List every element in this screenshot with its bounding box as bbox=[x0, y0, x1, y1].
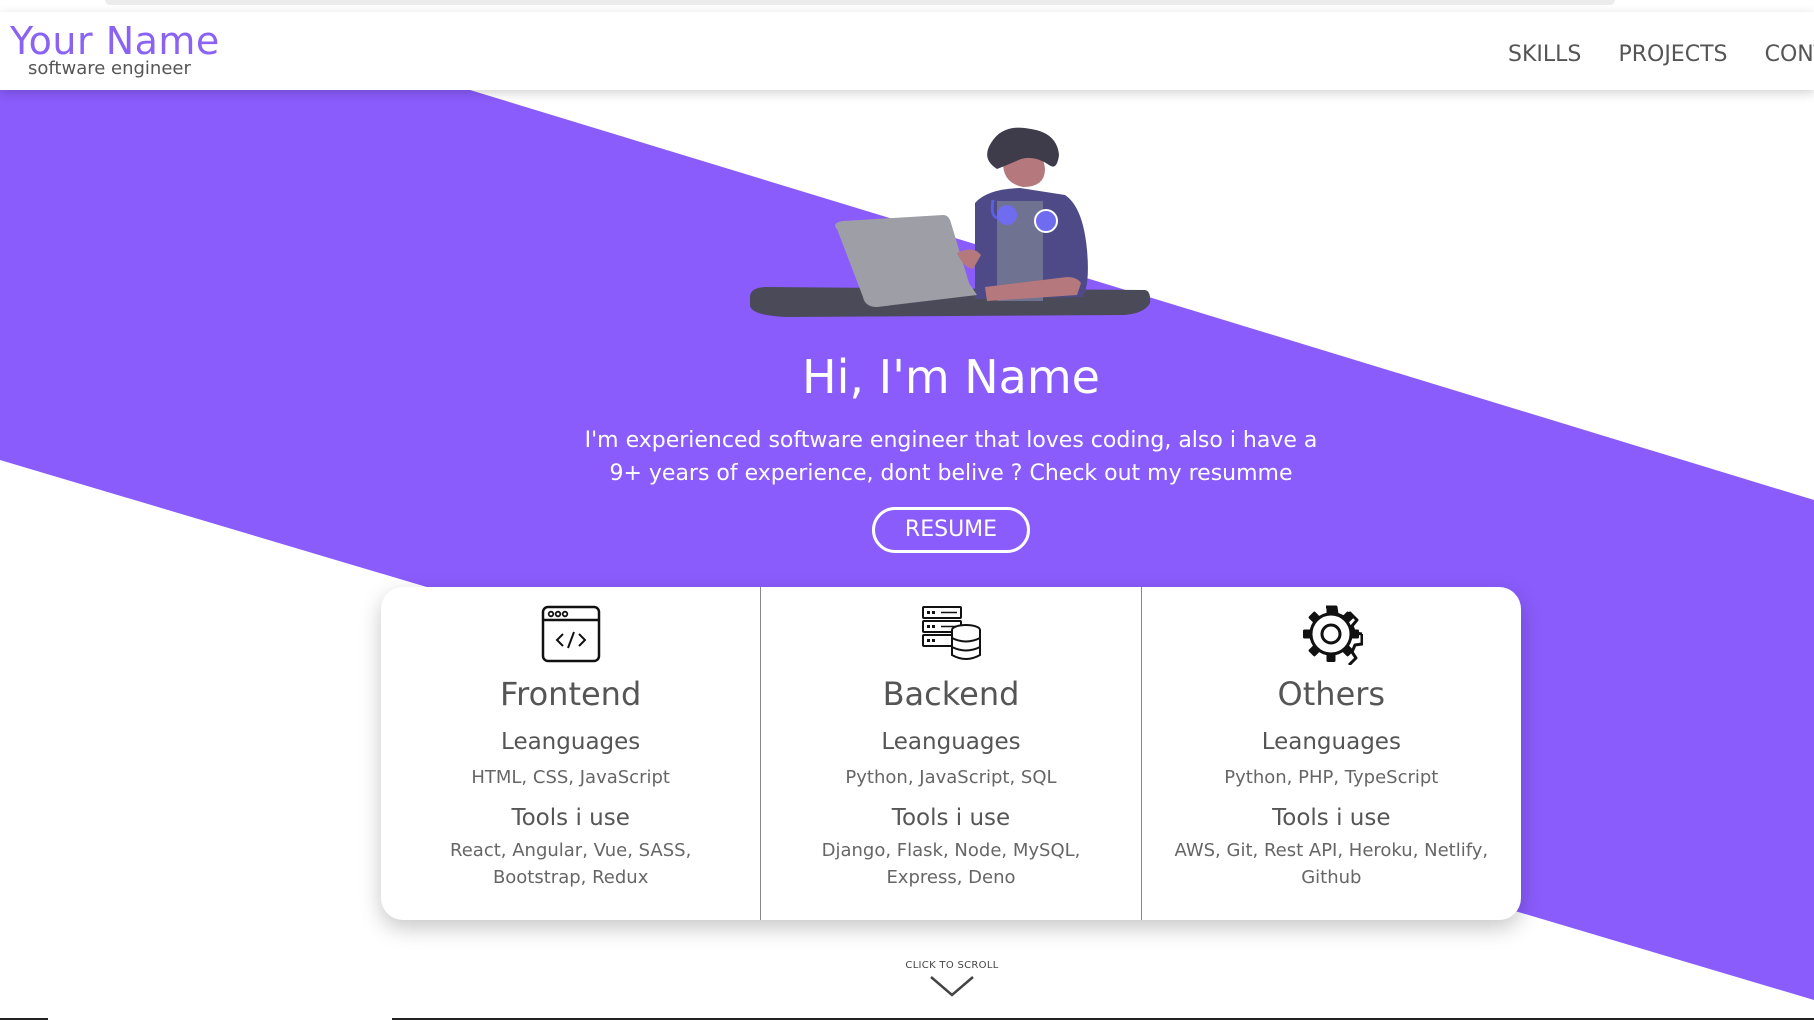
database-server-icon bbox=[921, 606, 981, 660]
chevron-down-icon[interactable] bbox=[928, 974, 976, 998]
skill-tools-label: Tools i use bbox=[511, 805, 630, 831]
nav-link-skills[interactable]: SKILLS bbox=[1508, 40, 1581, 70]
skill-tools-list: AWS, Git, Rest API, Heroku, Netlify, Git… bbox=[1174, 840, 1489, 888]
browser-tab-strip bbox=[105, 0, 1615, 5]
hero-description-line-1: I'm experienced software engineer that l… bbox=[584, 428, 1318, 453]
developer-illustration bbox=[750, 127, 1151, 317]
nav-link-projects[interactable]: PROJECTS bbox=[1618, 40, 1727, 70]
nav-links: SKILLS PROJECTS CONTACT bbox=[1508, 40, 1814, 70]
skill-column-backend: Backend Leanguages Python, JavaScript, S… bbox=[761, 587, 1142, 920]
skill-tools-list: React, Angular, Vue, SASS, Bootstrap, Re… bbox=[450, 840, 692, 888]
skill-title: Frontend bbox=[500, 675, 642, 713]
nav-link-contact[interactable]: CONTACT bbox=[1765, 40, 1814, 70]
skill-tools-label: Tools i use bbox=[1272, 805, 1391, 831]
navbar: Your Name software engineer SKILLS PROJE… bbox=[0, 12, 1814, 90]
skills-card: Frontend Leanguages HTML, CSS, JavaScrip… bbox=[381, 587, 1521, 920]
resume-button[interactable]: RESUME bbox=[872, 507, 1030, 553]
skill-tools-list: Django, Flask, Node, MySQL, Express, Den… bbox=[821, 840, 1081, 888]
skill-column-others: Others Leanguages Python, PHP, TypeScrip… bbox=[1142, 587, 1521, 920]
brand[interactable]: Your Name software engineer bbox=[10, 18, 220, 80]
gear-icon bbox=[1303, 605, 1364, 665]
skill-languages-list: Python, JavaScript, SQL bbox=[845, 767, 1057, 788]
scroll-hint[interactable]: CLICK TO SCROLL bbox=[890, 960, 1014, 998]
skill-languages-label: Leanguages bbox=[881, 729, 1021, 755]
scroll-hint-label: CLICK TO SCROLL bbox=[905, 960, 999, 971]
skill-title: Others bbox=[1277, 675, 1386, 713]
skill-languages-list: HTML, CSS, JavaScript bbox=[471, 767, 670, 788]
hero-description-line-2: 9+ years of experience, dont belive ? Ch… bbox=[609, 461, 1293, 486]
skill-languages-label: Leanguages bbox=[501, 729, 641, 755]
skill-languages-list: Python, PHP, TypeScript bbox=[1224, 767, 1439, 788]
hero-description: I'm experienced software engineer that l… bbox=[575, 424, 1327, 490]
skill-title: Backend bbox=[882, 675, 1020, 713]
skill-tools-label: Tools i use bbox=[891, 805, 1011, 831]
skill-languages-label: Leanguages bbox=[1261, 729, 1401, 755]
skill-column-frontend: Frontend Leanguages HTML, CSS, JavaScrip… bbox=[381, 587, 762, 920]
code-window-icon bbox=[541, 605, 600, 663]
hero-title: Hi, I'm Name bbox=[802, 350, 1100, 404]
